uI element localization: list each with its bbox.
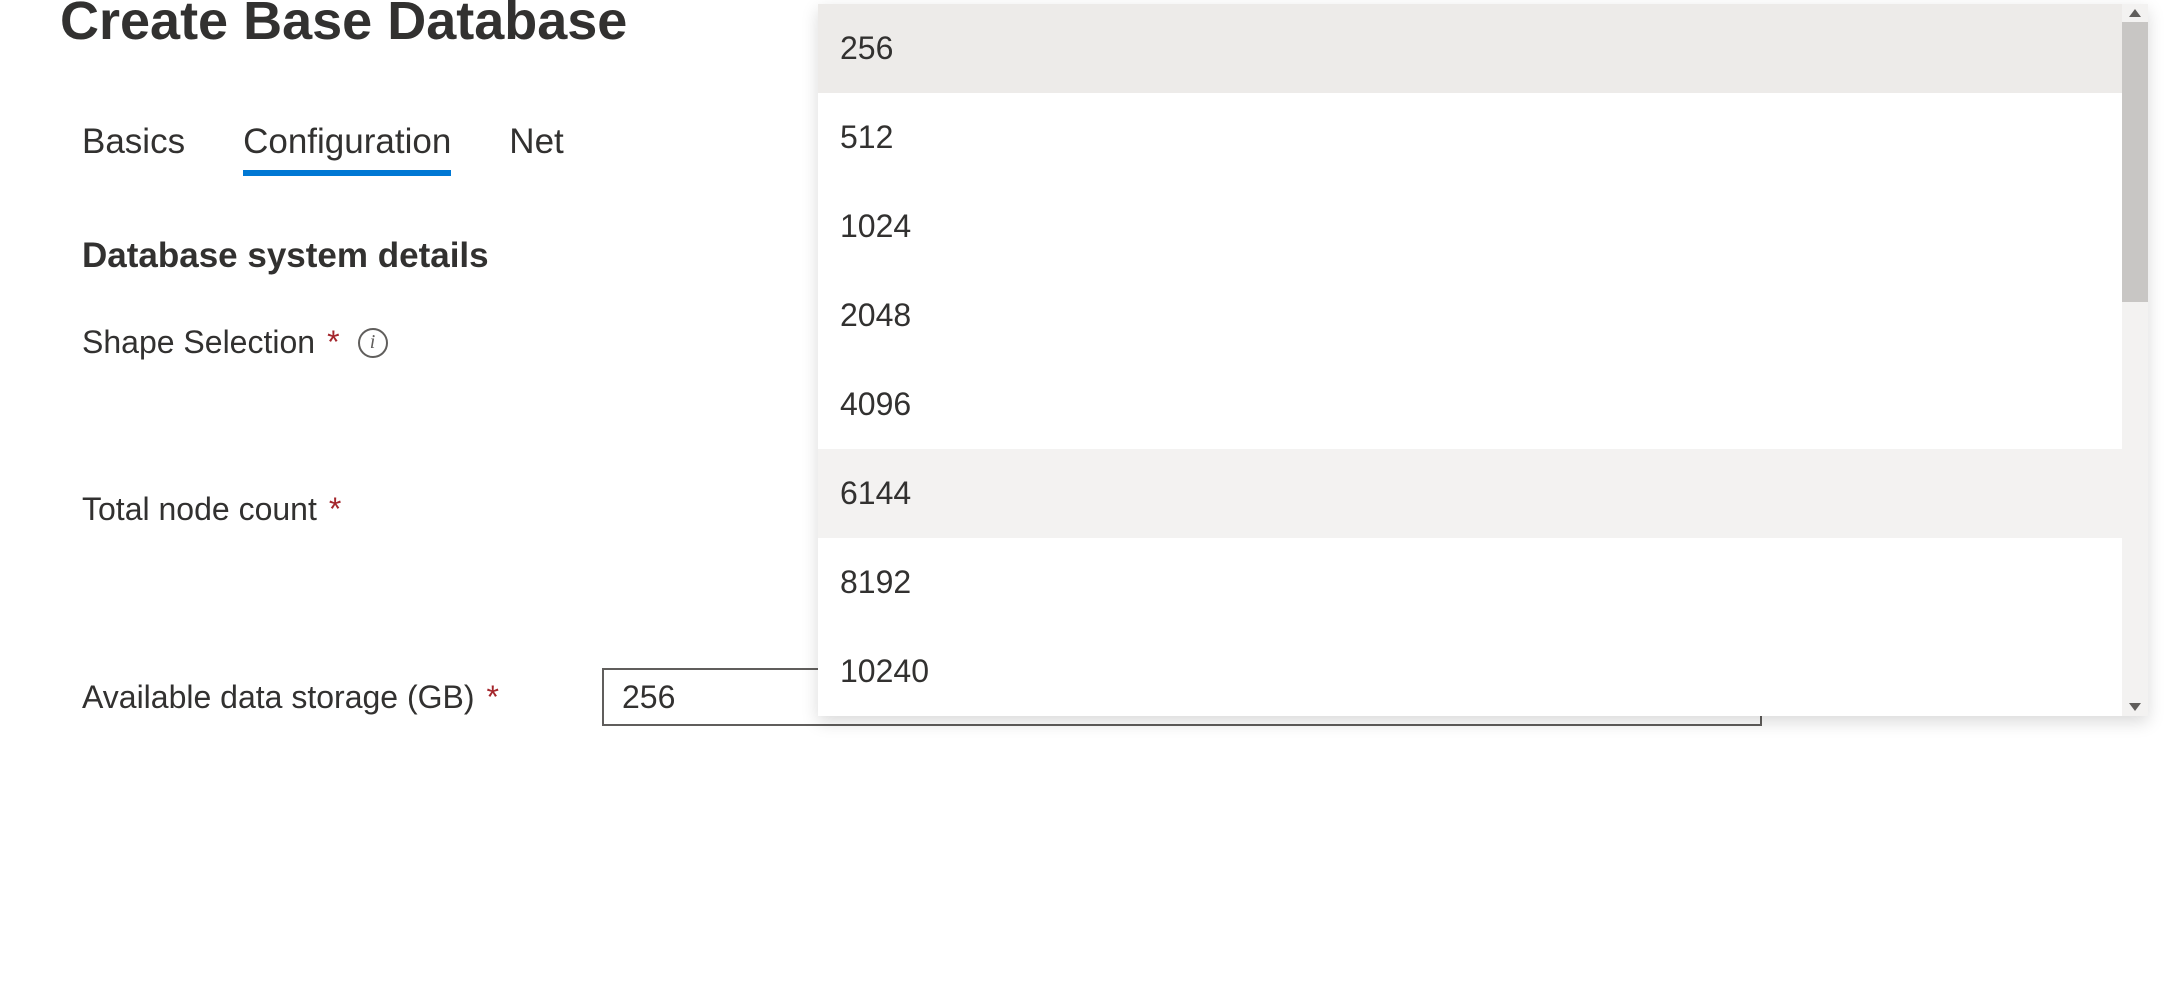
tab-basics[interactable]: Basics <box>82 122 185 176</box>
required-indicator: * <box>327 324 339 361</box>
dropdown-option[interactable]: 10240 <box>818 627 2148 716</box>
info-icon[interactable]: i <box>358 328 388 358</box>
storage-select-value: 256 <box>622 679 675 716</box>
required-indicator: * <box>329 491 341 528</box>
scrollbar-arrow-up[interactable] <box>2122 4 2148 22</box>
dropdown-option[interactable]: 6144 <box>818 449 2148 538</box>
shape-label: Shape Selection * i <box>82 324 602 361</box>
dropdown-option[interactable]: 4096 <box>818 360 2148 449</box>
storage-label-text: Available data storage (GB) <box>82 679 475 716</box>
tab-configuration[interactable]: Configuration <box>243 122 451 176</box>
dropdown-option[interactable]: 256 <box>818 4 2148 93</box>
dropdown-option[interactable]: 1024 <box>818 182 2148 271</box>
dropdown-option[interactable]: 2048 <box>818 271 2148 360</box>
storage-dropdown: 256 512 1024 2048 4096 6144 8192 10240 <box>818 4 2148 716</box>
shape-label-text: Shape Selection <box>82 324 315 361</box>
dropdown-option[interactable]: 512 <box>818 93 2148 182</box>
dropdown-option[interactable]: 8192 <box>818 538 2148 627</box>
scrollbar-arrow-down[interactable] <box>2122 698 2148 716</box>
node-count-label: Total node count * <box>82 491 602 528</box>
scrollbar-thumb[interactable] <box>2122 22 2148 302</box>
tab-networking[interactable]: Net <box>509 122 563 176</box>
required-indicator: * <box>487 679 499 716</box>
storage-label: Available data storage (GB) * <box>82 679 602 716</box>
node-count-label-text: Total node count <box>82 491 317 528</box>
scrollbar-track[interactable] <box>2122 4 2148 716</box>
